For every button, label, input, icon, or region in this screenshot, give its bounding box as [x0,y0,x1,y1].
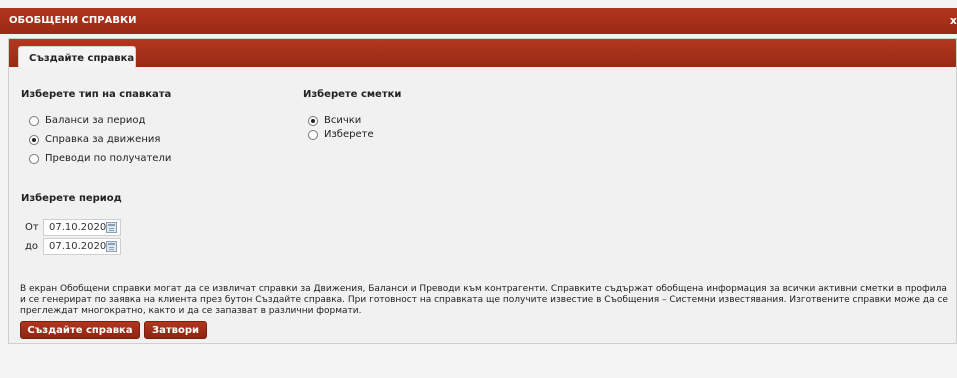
radio-label: Всички [324,115,362,126]
date-to-input[interactable]: 07.10.2020 [43,238,121,255]
report-type-heading: Изберете тип на спавката [21,89,172,100]
date-to-row: до 07.10.2020 [25,238,121,255]
radio-button-checked[interactable] [308,115,318,126]
radio-option-balances[interactable]: Баланси за период [29,115,145,126]
radio-button-checked[interactable] [29,134,39,145]
date-from-input[interactable]: 07.10.2020 [43,219,121,236]
calendar-icon[interactable] [106,241,117,252]
radio-option-transfers[interactable]: Преводи по получатели [29,153,171,164]
date-from-value: 07.10.2020 [49,222,107,233]
accounts-heading: Изберете сметки [303,89,402,100]
radio-option-all-accounts[interactable]: Всички [308,115,361,126]
date-from-label: От [25,222,39,233]
date-to-label: до [25,241,39,252]
radio-option-select-accounts[interactable]: Изберете [308,129,374,140]
tab-bar: Създайте справка [9,39,956,68]
window-titlebar: ОБОБЩЕНИ СПРАВКИ x [0,8,957,34]
radio-button[interactable] [308,129,318,140]
radio-button[interactable] [29,153,39,164]
date-from-row: От 07.10.2020 [25,219,121,236]
date-to-value: 07.10.2020 [49,241,107,252]
tab-create-report[interactable]: Създайте справка [18,46,136,68]
create-report-button[interactable]: Създайте справка [20,321,140,339]
radio-label: Баланси за период [45,115,146,126]
radio-label: Преводи по получатели [45,153,172,164]
window-title: ОБОБЩЕНИ СПРАВКИ [9,15,137,26]
period-heading: Изберете период [21,193,122,204]
radio-button[interactable] [29,115,39,126]
calendar-icon[interactable] [106,222,117,233]
close-button[interactable]: Затвори [144,321,207,339]
report-description: В екран Обобщени справки могат да се изв… [20,284,948,316]
radio-option-movements[interactable]: Справка за движения [29,134,160,145]
radio-label: Справка за движения [45,134,161,145]
radio-label: Изберете [324,129,374,140]
close-icon[interactable]: x [950,14,957,27]
